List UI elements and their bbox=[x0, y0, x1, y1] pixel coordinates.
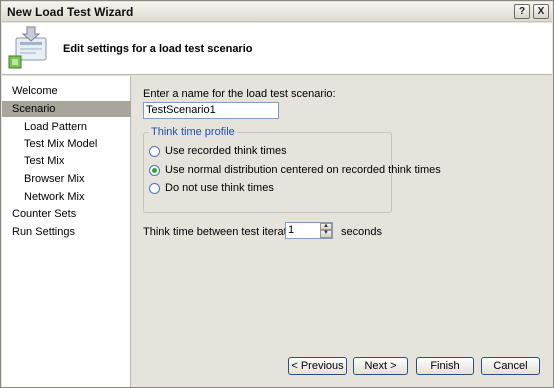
radio-label: Do not use think times bbox=[165, 182, 274, 194]
scenario-settings-panel: Enter a name for the load test scenario:… bbox=[132, 76, 553, 387]
nav-item-counter-sets[interactable]: Counter Sets bbox=[2, 206, 131, 222]
wizard-header: Edit settings for a load test scenario bbox=[2, 23, 552, 75]
think-time-profile-group: Think time profile Use recorded think ti… bbox=[143, 126, 441, 213]
previous-button[interactable]: < Previous bbox=[288, 357, 347, 375]
scenario-name-input[interactable]: TestScenario1 bbox=[143, 102, 279, 119]
next-button[interactable]: Next > bbox=[353, 357, 408, 375]
help-button[interactable]: ? bbox=[514, 4, 530, 19]
stepper-down-icon[interactable]: ▼ bbox=[320, 230, 332, 238]
load-test-icon bbox=[8, 26, 47, 69]
radio-label: Use recorded think times bbox=[165, 145, 287, 157]
scenario-name-label: Enter a name for the load test scenario: bbox=[143, 88, 336, 100]
think-time-profile-title: Think time profile bbox=[149, 126, 237, 138]
wizard-window: New Load Test Wizard ? X Edit settings f… bbox=[0, 0, 554, 388]
radio-button-icon[interactable] bbox=[149, 146, 160, 157]
think-time-between-stepper[interactable]: 1 ▲ ▼ bbox=[285, 222, 333, 239]
radio-button-icon[interactable] bbox=[149, 183, 160, 194]
nav-item-browser-mix[interactable]: Browser Mix bbox=[2, 171, 131, 187]
nav-item-test-mix-model[interactable]: Test Mix Model bbox=[2, 136, 131, 152]
cancel-button[interactable]: Cancel bbox=[481, 357, 540, 375]
seconds-unit-label: seconds bbox=[341, 226, 382, 238]
close-button[interactable]: X bbox=[533, 4, 549, 19]
page-title: Edit settings for a load test scenario bbox=[63, 43, 253, 55]
nav-item-network-mix[interactable]: Network Mix bbox=[2, 189, 131, 205]
nav-item-scenario[interactable]: Scenario bbox=[2, 101, 131, 117]
stepper-up-icon[interactable]: ▲ bbox=[320, 223, 332, 230]
window-title: New Load Test Wizard bbox=[7, 5, 134, 19]
finish-button[interactable]: Finish bbox=[416, 357, 474, 375]
wizard-nav: Welcome Scenario Load Pattern Test Mix M… bbox=[2, 76, 131, 387]
stepper-buttons: ▲ ▼ bbox=[320, 223, 332, 238]
think-time-between-value[interactable]: 1 bbox=[288, 224, 294, 236]
title-bar: New Load Test Wizard ? X bbox=[2, 2, 552, 22]
nav-item-load-pattern[interactable]: Load Pattern bbox=[2, 119, 131, 135]
radio-label: Use normal distribution centered on reco… bbox=[165, 164, 441, 176]
nav-item-run-settings[interactable]: Run Settings bbox=[2, 224, 131, 240]
nav-item-welcome[interactable]: Welcome bbox=[2, 83, 131, 99]
nav-item-test-mix[interactable]: Test Mix bbox=[2, 153, 131, 169]
radio-button-checked-icon[interactable] bbox=[149, 165, 160, 176]
